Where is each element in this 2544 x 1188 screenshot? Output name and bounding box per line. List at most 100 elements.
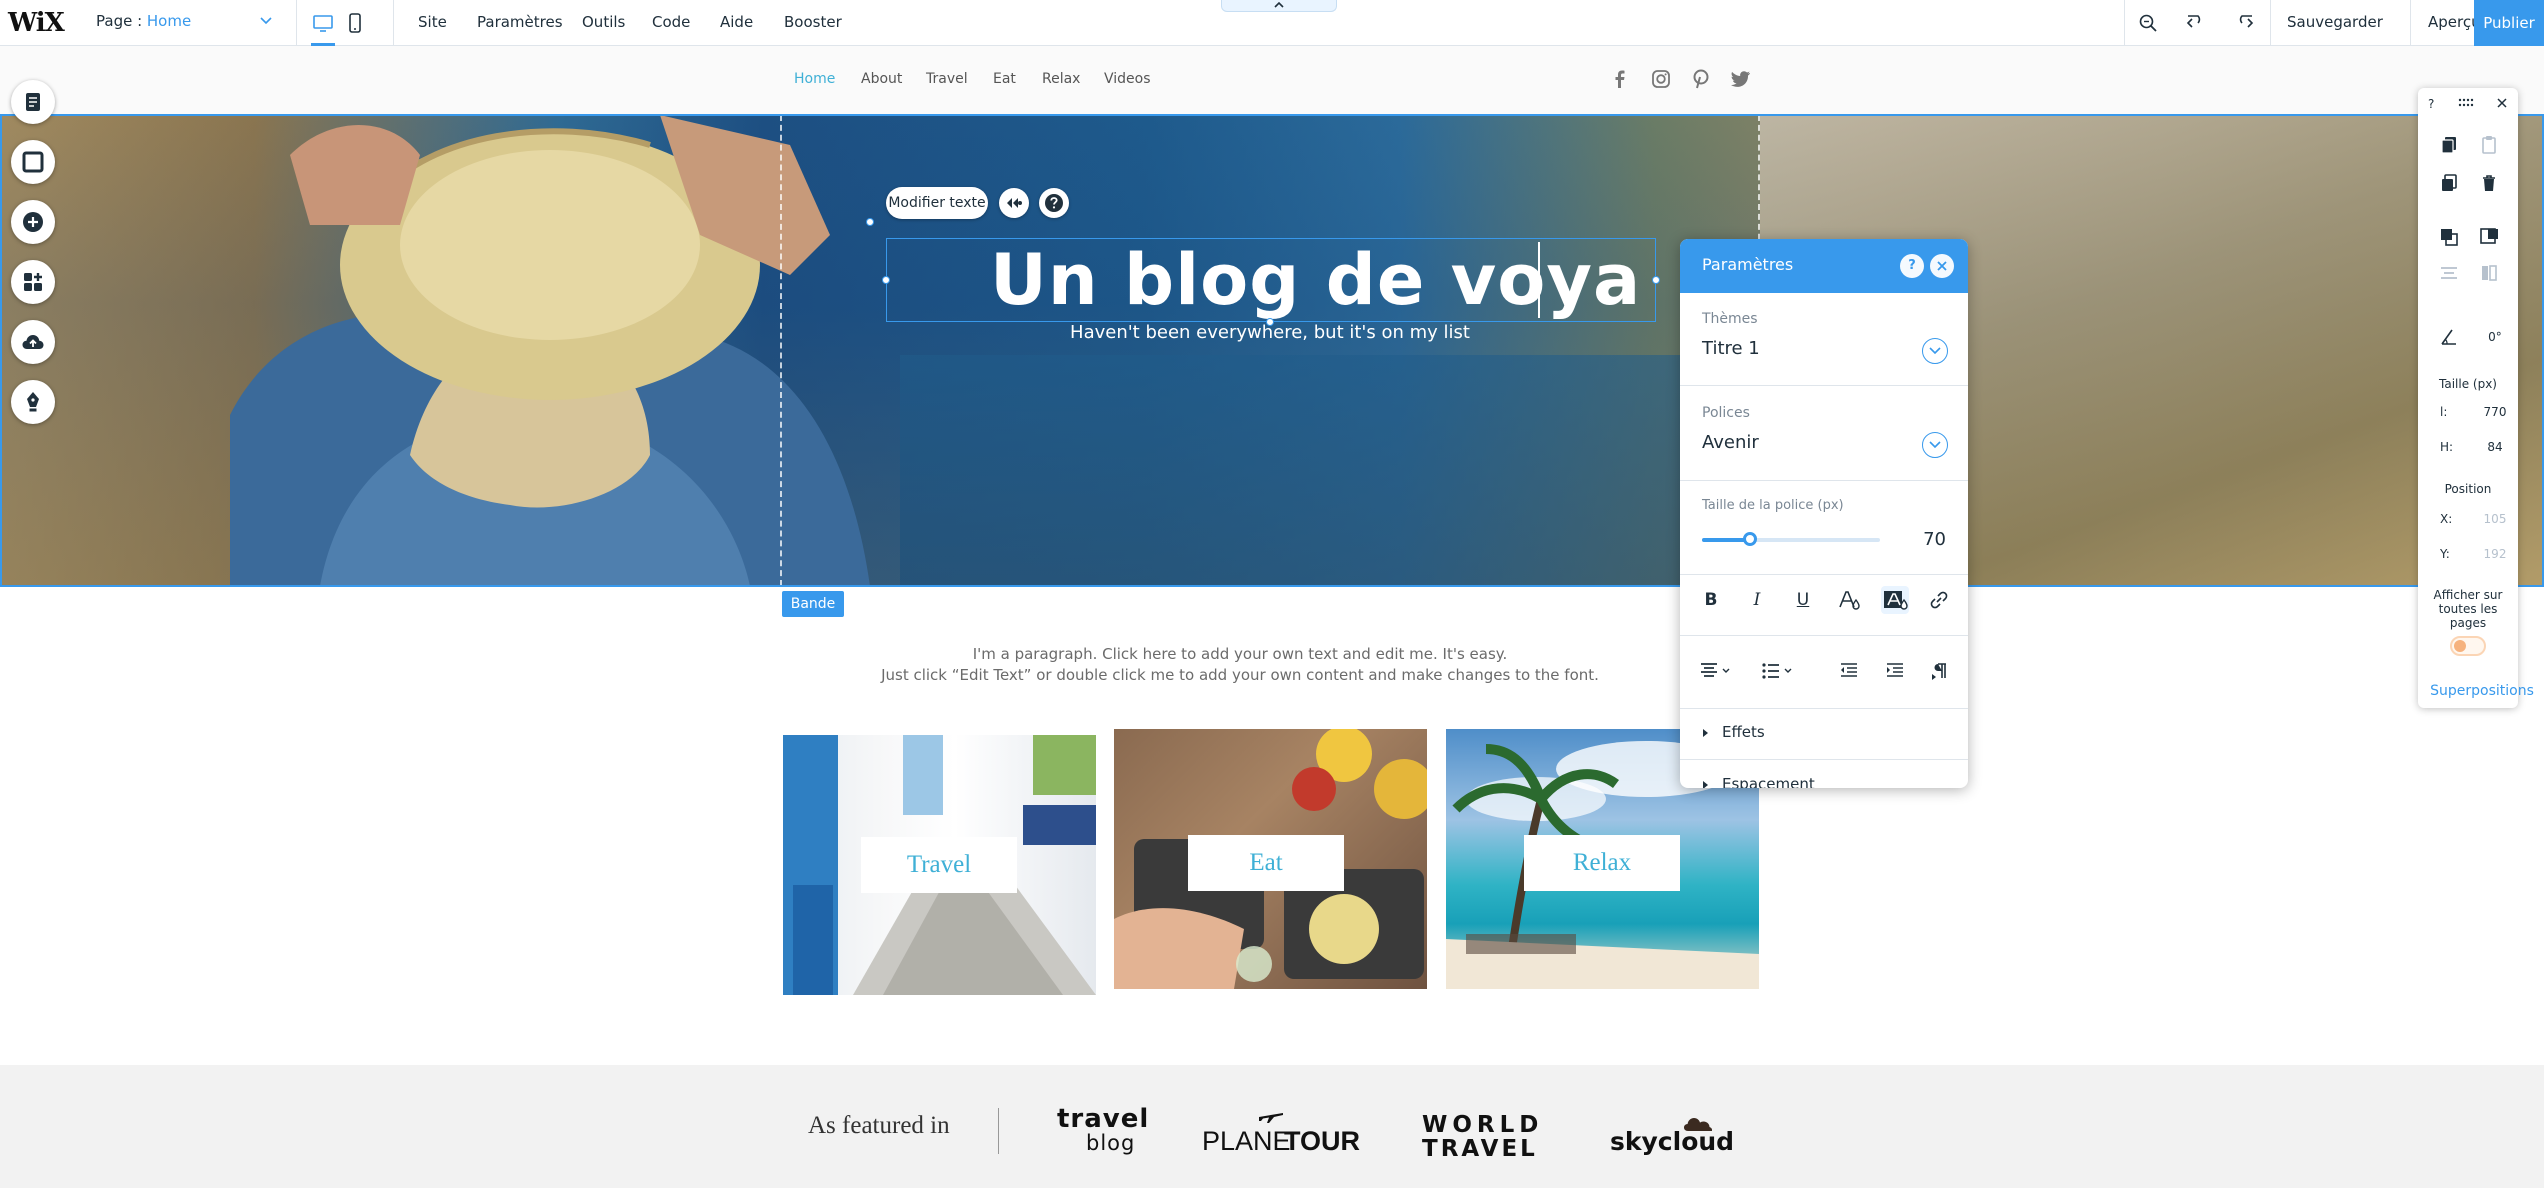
menu-code[interactable]: Code <box>652 13 690 31</box>
edit-text-button[interactable]: Modifier texte <box>886 187 988 219</box>
themes-dropdown[interactable]: Titre 1 <box>1702 338 1760 359</box>
height-input[interactable]: 84 <box>2478 440 2512 454</box>
link-button[interactable] <box>1925 586 1953 614</box>
nav-home[interactable]: Home <box>794 71 835 87</box>
close-icon[interactable] <box>2496 97 2508 109</box>
position-label: Position <box>2444 482 2492 496</box>
active-device-indicator <box>311 43 335 46</box>
tile-label-travel: Travel <box>861 837 1017 893</box>
nav-relax[interactable]: Relax <box>1042 71 1080 87</box>
underline-button[interactable]: U <box>1789 586 1817 614</box>
rotation-input[interactable]: 0° <box>2478 330 2512 344</box>
fonts-dropdown[interactable]: Avenir <box>1702 432 1759 453</box>
upload-tool[interactable] <box>11 320 55 364</box>
tile-travel[interactable]: Travel <box>783 735 1096 995</box>
menu-outils[interactable]: Outils <box>582 13 625 31</box>
y-input[interactable]: 192 <box>2478 547 2512 561</box>
nav-eat[interactable]: Eat <box>993 71 1016 87</box>
nav-videos[interactable]: Videos <box>1104 71 1151 87</box>
inspector-help-button[interactable]: ? <box>2428 97 2434 111</box>
panel-help-button[interactable]: ? <box>1900 254 1924 278</box>
effects-section[interactable]: Effets <box>1722 723 1765 741</box>
width-input[interactable]: 770 <box>2478 405 2512 419</box>
desktop-icon[interactable] <box>311 11 335 35</box>
undo-icon[interactable] <box>2184 11 2208 35</box>
chevron-up-icon <box>1274 1 1284 8</box>
panel-close-button[interactable] <box>1930 254 1954 278</box>
hero-strip[interactable] <box>0 115 2544 586</box>
zoom-icon[interactable] <box>2136 11 2160 35</box>
mobile-icon[interactable] <box>343 11 367 35</box>
nav-travel[interactable]: Travel <box>926 71 968 87</box>
delete-icon[interactable] <box>2478 172 2500 194</box>
paragraph-line-1[interactable]: I'm a paragraph. Click here to add your … <box>800 645 1680 663</box>
collapse-topbar-handle[interactable] <box>1221 0 1337 12</box>
drag-handle-icon[interactable] <box>2458 98 2474 108</box>
highlight-color-button[interactable] <box>1881 586 1909 614</box>
themes-dropdown-toggle[interactable] <box>1922 338 1948 364</box>
publish-button[interactable]: Publier <box>2474 0 2544 46</box>
menu-parametres[interactable]: Paramètres <box>477 13 563 31</box>
tile-eat[interactable]: Eat <box>1114 729 1427 989</box>
y-label: Y: <box>2440 547 2450 561</box>
hero-title[interactable]: Un blog de voya <box>990 238 1670 322</box>
preview-button[interactable]: Aperçu <box>2428 13 2481 31</box>
themes-label: Thèmes <box>1702 311 1758 327</box>
strip-badge[interactable]: Bande <box>782 591 844 617</box>
app-market-tool[interactable] <box>11 260 55 304</box>
add-icon <box>23 212 43 232</box>
redo-icon[interactable] <box>2232 11 2256 35</box>
animation-button[interactable] <box>999 188 1029 218</box>
rotate-handle[interactable] <box>866 218 874 226</box>
fonts-dropdown-toggle[interactable] <box>1922 432 1948 458</box>
text-direction-button[interactable] <box>1925 657 1953 685</box>
highlight-icon <box>1884 591 1908 610</box>
resize-handle-bottom[interactable] <box>1266 318 1274 326</box>
text-color-button[interactable] <box>1835 586 1863 614</box>
layers-link[interactable]: Superpositions <box>2420 683 2544 699</box>
twitter-icon[interactable] <box>1730 68 1752 90</box>
background-tool[interactable] <box>11 140 55 184</box>
divider <box>1680 385 1968 386</box>
bold-button[interactable]: B <box>1697 586 1725 614</box>
pinterest-icon[interactable] <box>1690 68 1712 90</box>
save-button[interactable]: Sauvegarder <box>2287 13 2383 31</box>
font-size-slider-handle[interactable] <box>1743 532 1757 546</box>
increase-indent-button[interactable] <box>1881 657 1909 685</box>
airplane-icon <box>1259 1113 1283 1123</box>
fonts-label: Polices <box>1702 405 1750 421</box>
show-on-all-pages-label-2: toutes les <box>2438 602 2498 616</box>
spacing-section[interactable]: Espacement <box>1722 775 1815 788</box>
decrease-indent-button[interactable] <box>1835 657 1863 685</box>
divider <box>1680 635 1968 636</box>
italic-button[interactable]: I <box>1743 586 1771 614</box>
copy-icon[interactable] <box>2438 134 2460 156</box>
menu-aide[interactable]: Aide <box>720 13 753 31</box>
add-tool[interactable] <box>11 200 55 244</box>
menu-site[interactable]: Site <box>418 13 447 31</box>
text-color-icon <box>1839 591 1860 610</box>
help-button[interactable] <box>1039 188 1069 218</box>
list-dropdown[interactable] <box>1759 657 1799 685</box>
pages-tool[interactable] <box>11 80 55 124</box>
duplicate-icon[interactable] <box>2438 172 2460 194</box>
instagram-icon[interactable] <box>1650 68 1672 90</box>
font-size-input[interactable]: 70 <box>1900 529 1946 550</box>
alignment-dropdown[interactable] <box>1697 657 1737 685</box>
panel-header[interactable]: Paramètres ? <box>1680 239 1968 293</box>
align-icon[interactable] <box>2478 226 2500 248</box>
facebook-icon[interactable] <box>1609 68 1631 90</box>
nav-about[interactable]: About <box>861 71 902 87</box>
page-selector-value: Home <box>146 12 192 30</box>
x-input[interactable]: 105 <box>2478 512 2512 526</box>
paragraph-line-2[interactable]: Just click “Edit Text” or double click m… <box>800 666 1680 684</box>
resize-handle-right[interactable] <box>1652 276 1660 284</box>
menu-booster[interactable]: Booster <box>784 13 842 31</box>
page-selector[interactable]: Page : Home <box>96 12 276 36</box>
chevron-down-icon[interactable] <box>258 12 274 28</box>
resize-handle-left[interactable] <box>882 276 890 284</box>
planetour-logo-b: TOUR <box>1284 1126 1361 1156</box>
indent-icon <box>1887 663 1903 677</box>
arrange-icon[interactable] <box>2438 226 2460 248</box>
blog-tool[interactable] <box>11 380 55 424</box>
